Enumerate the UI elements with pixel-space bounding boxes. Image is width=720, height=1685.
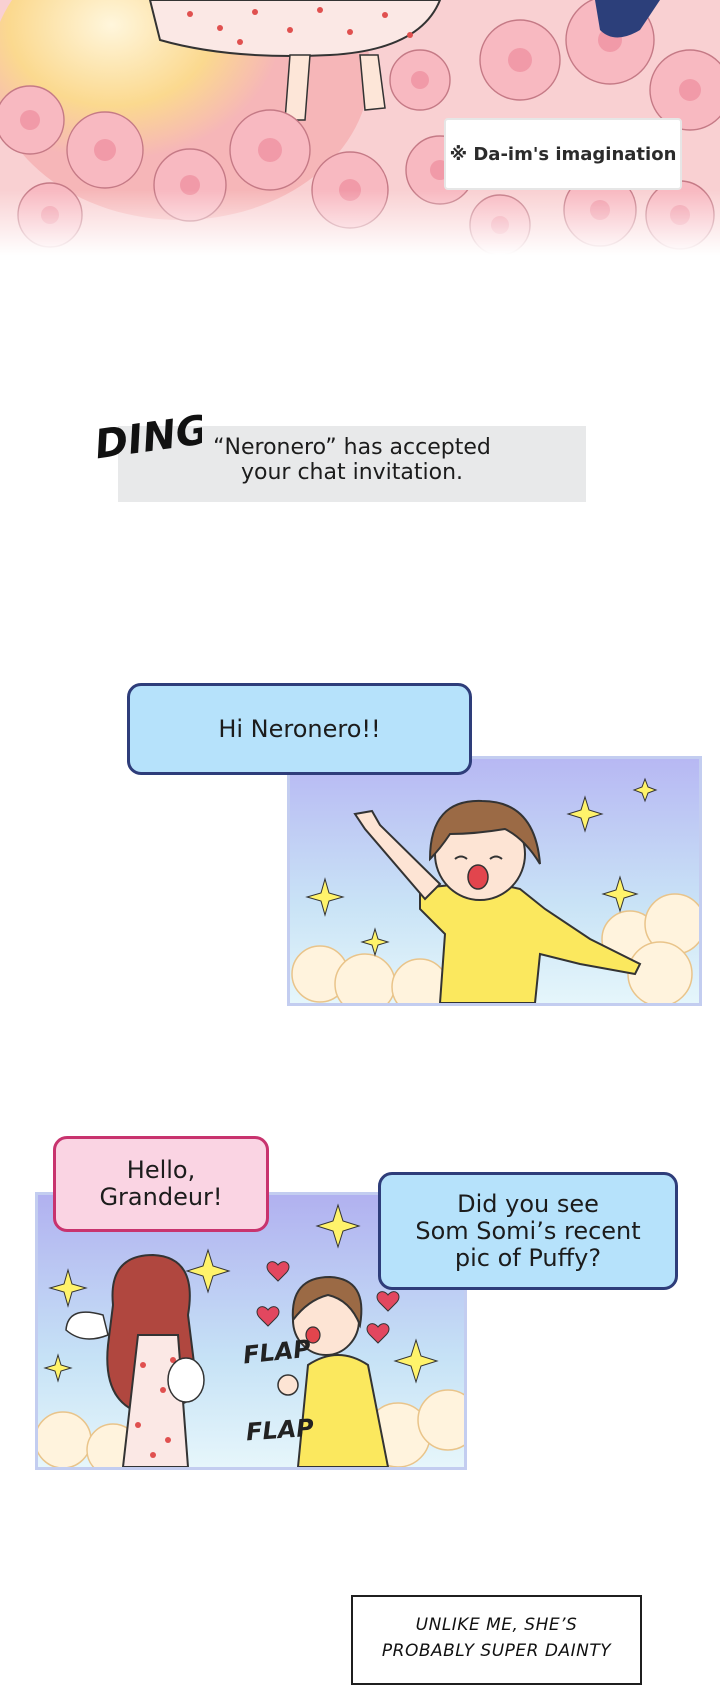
speech-bubble-puffy-question: Did you see Som Somi’s recent pic of Puf…	[378, 1172, 678, 1290]
question-line-2: Som Somi’s recent	[415, 1216, 641, 1245]
speech-bubble-hi-neronero: Hi Neronero!!	[127, 683, 472, 775]
imagination-note: ※ Da-im's imagination	[444, 118, 682, 190]
flap-sound-effect-2: FLAP	[245, 1413, 315, 1447]
caption-line-2: PROBABLY SUPER DAINTY	[381, 1641, 612, 1661]
cheering-girl-illustration	[290, 759, 699, 1003]
notification-line-1: “Neronero” has accepted	[213, 435, 491, 460]
hello-line-1: Hello,	[126, 1156, 196, 1184]
panel-cheering-girl	[287, 756, 702, 1006]
speech-bubble-hi-text: Hi Neronero!!	[218, 715, 381, 743]
chat-notification-text: “Neronero” has accepted your chat invita…	[118, 435, 586, 485]
hello-line-2: Grandeur!	[99, 1183, 223, 1211]
speech-bubble-hello-grandeur: Hello, Grandeur!	[53, 1136, 269, 1232]
narration-caption-text: UNLIKE ME, SHE’S PROBABLY SUPER DAINTY	[351, 1612, 642, 1664]
notification-line-2: your chat invitation.	[240, 460, 464, 485]
imagination-note-text: ※ Da-im's imagination	[449, 143, 677, 165]
question-line-1: Did you see	[457, 1189, 599, 1218]
caption-line-1: UNLIKE ME, SHE’S	[415, 1615, 578, 1635]
question-line-3: pic of Puffy?	[454, 1243, 602, 1272]
